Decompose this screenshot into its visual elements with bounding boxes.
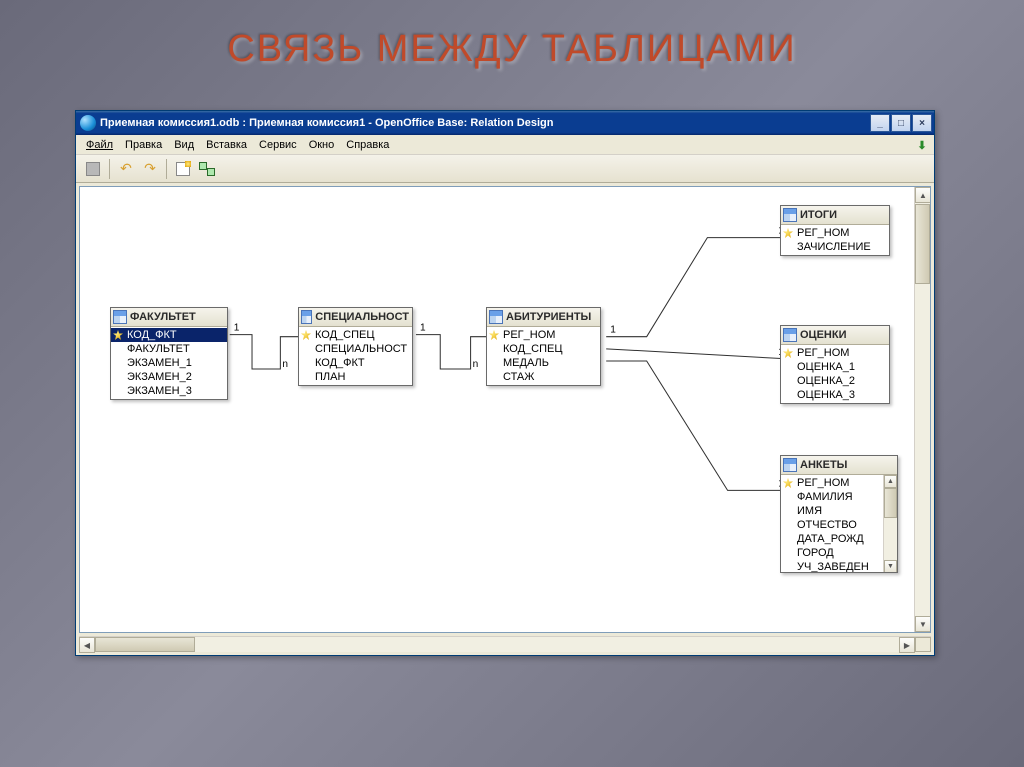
table-title: АБИТУРИЕНТЫ [506, 311, 591, 323]
svg-text:n: n [473, 359, 479, 370]
field-pk[interactable]: РЕГ_НОМ [781, 226, 889, 240]
scroll-corner [915, 637, 931, 652]
field[interactable]: ЭКЗАМЕН_1 [111, 356, 227, 370]
scroll-thumb[interactable] [95, 637, 195, 652]
field[interactable]: СПЕЦИАЛЬНОСТ [299, 342, 412, 356]
svg-text:1: 1 [234, 323, 240, 334]
field[interactable]: МЕДАЛЬ [487, 356, 600, 370]
scroll-left-icon[interactable]: ◀ [79, 637, 95, 653]
field[interactable]: ОЦЕНКА_3 [781, 388, 889, 402]
toolbar-separator [109, 159, 110, 179]
add-table-button[interactable] [172, 158, 194, 180]
field[interactable]: УЧ_ЗАВЕДЕН [781, 560, 897, 573]
field[interactable]: ДАТА_РОЖД [781, 532, 897, 546]
redo-button[interactable]: ↷ [139, 158, 161, 180]
scroll-up-icon[interactable]: ▲ [884, 475, 897, 488]
table-title: ФАКУЛЬТЕТ [130, 311, 196, 323]
redo-icon: ↷ [144, 160, 156, 177]
relation-icon [199, 162, 215, 176]
table-header[interactable]: АБИТУРИЕНТЫ [487, 308, 600, 327]
field[interactable]: ПЛАН [299, 370, 412, 384]
field[interactable]: КОД_ФКТ [299, 356, 412, 370]
table-header[interactable]: ФАКУЛЬТЕТ [111, 308, 227, 327]
relation-canvas[interactable]: 1 n 1 n 1 1 1 1 ФАКУ [79, 186, 931, 633]
field[interactable]: ОЦЕНКА_2 [781, 374, 889, 388]
close-button[interactable]: × [912, 114, 932, 132]
table-icon [301, 310, 312, 324]
table-title: ОЦЕНКИ [800, 329, 847, 341]
scroll-thumb[interactable] [884, 488, 897, 518]
undo-icon: ↶ [120, 160, 132, 177]
field[interactable]: КОД_СПЕЦ [487, 342, 600, 356]
field-pk[interactable]: РЕГ_НОМ [781, 476, 897, 490]
field[interactable]: ГОРОД [781, 546, 897, 560]
maximize-button[interactable]: □ [891, 114, 911, 132]
menu-service[interactable]: Сервис [253, 137, 303, 153]
field-pk[interactable]: КОД_СПЕЦ [299, 328, 412, 342]
field[interactable]: ОЦЕНКА_1 [781, 360, 889, 374]
table-icon [489, 310, 503, 324]
toolbar: ↶ ↷ [76, 155, 934, 183]
table-scrollbar[interactable]: ▲ ▼ [883, 475, 897, 573]
table-itogi[interactable]: ИТОГИ РЕГ_НОМ ЗАЧИСЛЕНИЕ [780, 205, 890, 256]
scroll-down-icon[interactable]: ▼ [915, 616, 931, 632]
table-header[interactable]: ИТОГИ [781, 206, 889, 225]
titlebar[interactable]: Приемная комиссия1.odb : Приемная комисс… [76, 111, 934, 135]
minimize-button[interactable]: _ [870, 114, 890, 132]
menu-edit[interactable]: Правка [119, 137, 168, 153]
table-icon [783, 208, 797, 222]
table-title: АНКЕТЫ [800, 459, 847, 471]
svg-text:1: 1 [610, 325, 616, 336]
add-table-icon [176, 162, 190, 176]
app-window: Приемная комиссия1.odb : Приемная комисс… [75, 110, 935, 656]
vertical-scrollbar[interactable]: ▲ ▼ [914, 187, 930, 632]
download-icon[interactable]: ⬇ [914, 137, 930, 153]
svg-text:1: 1 [420, 323, 426, 334]
menu-help[interactable]: Справка [340, 137, 395, 153]
field[interactable]: СТАЖ [487, 370, 600, 384]
table-ocenki[interactable]: ОЦЕНКИ РЕГ_НОМ ОЦЕНКА_1 ОЦЕНКА_2 ОЦЕНКА_… [780, 325, 890, 404]
field[interactable]: ЭКЗАМЕН_2 [111, 370, 227, 384]
field-pk[interactable]: РЕГ_НОМ [487, 328, 600, 342]
field[interactable]: ЗАЧИСЛЕНИЕ [781, 240, 889, 254]
save-button[interactable] [82, 158, 104, 180]
table-icon [783, 328, 797, 342]
table-fakultet[interactable]: ФАКУЛЬТЕТ КОД_ФКТ ФАКУЛЬТЕТ ЭКЗАМЕН_1 ЭК… [110, 307, 228, 400]
scroll-right-icon[interactable]: ▶ [899, 637, 915, 653]
field[interactable]: ФАМИЛИЯ [781, 490, 897, 504]
table-title: СПЕЦИАЛЬНОСТ [315, 311, 409, 323]
table-ankety[interactable]: АНКЕТЫ РЕГ_НОМ ФАМИЛИЯ ИМЯ ОТЧЕСТВО ДАТА… [780, 455, 898, 573]
menu-window[interactable]: Окно [303, 137, 341, 153]
scroll-up-icon[interactable]: ▲ [915, 187, 931, 203]
field[interactable]: ФАКУЛЬТЕТ [111, 342, 227, 356]
table-header[interactable]: ОЦЕНКИ [781, 326, 889, 345]
table-icon [783, 458, 797, 472]
new-relation-button[interactable] [196, 158, 218, 180]
table-abiturienty[interactable]: АБИТУРИЕНТЫ РЕГ_НОМ КОД_СПЕЦ МЕДАЛЬ СТАЖ [486, 307, 601, 386]
svg-text:n: n [282, 359, 288, 370]
table-header[interactable]: АНКЕТЫ [781, 456, 897, 475]
table-icon [113, 310, 127, 324]
table-specialnost[interactable]: СПЕЦИАЛЬНОСТ КОД_СПЕЦ СПЕЦИАЛЬНОСТ КОД_Ф… [298, 307, 413, 386]
toolbar-separator [166, 159, 167, 179]
menu-view[interactable]: Вид [168, 137, 200, 153]
menubar: Файл Правка Вид Вставка Сервис Окно Спра… [76, 135, 934, 155]
scroll-down-icon[interactable]: ▼ [884, 560, 897, 573]
app-icon [80, 115, 96, 131]
field[interactable]: ЭКЗАМЕН_3 [111, 384, 227, 398]
window-title: Приемная комиссия1.odb : Приемная комисс… [100, 117, 870, 129]
undo-button[interactable]: ↶ [115, 158, 137, 180]
field-pk[interactable]: РЕГ_НОМ [781, 346, 889, 360]
table-title: ИТОГИ [800, 209, 837, 221]
table-header[interactable]: СПЕЦИАЛЬНОСТ [299, 308, 412, 327]
menu-insert[interactable]: Вставка [200, 137, 253, 153]
save-icon [86, 162, 100, 176]
slide-title: СВЯЗЬ МЕЖДУ ТАБЛИЦАМИ [0, 0, 1024, 81]
menu-file[interactable]: Файл [80, 137, 119, 153]
field[interactable]: ОТЧЕСТВО [781, 518, 897, 532]
scroll-thumb[interactable] [915, 204, 930, 284]
field[interactable]: ИМЯ [781, 504, 897, 518]
horizontal-scrollbar[interactable]: ◀ ▶ [79, 636, 931, 652]
field-pk[interactable]: КОД_ФКТ [111, 328, 227, 342]
